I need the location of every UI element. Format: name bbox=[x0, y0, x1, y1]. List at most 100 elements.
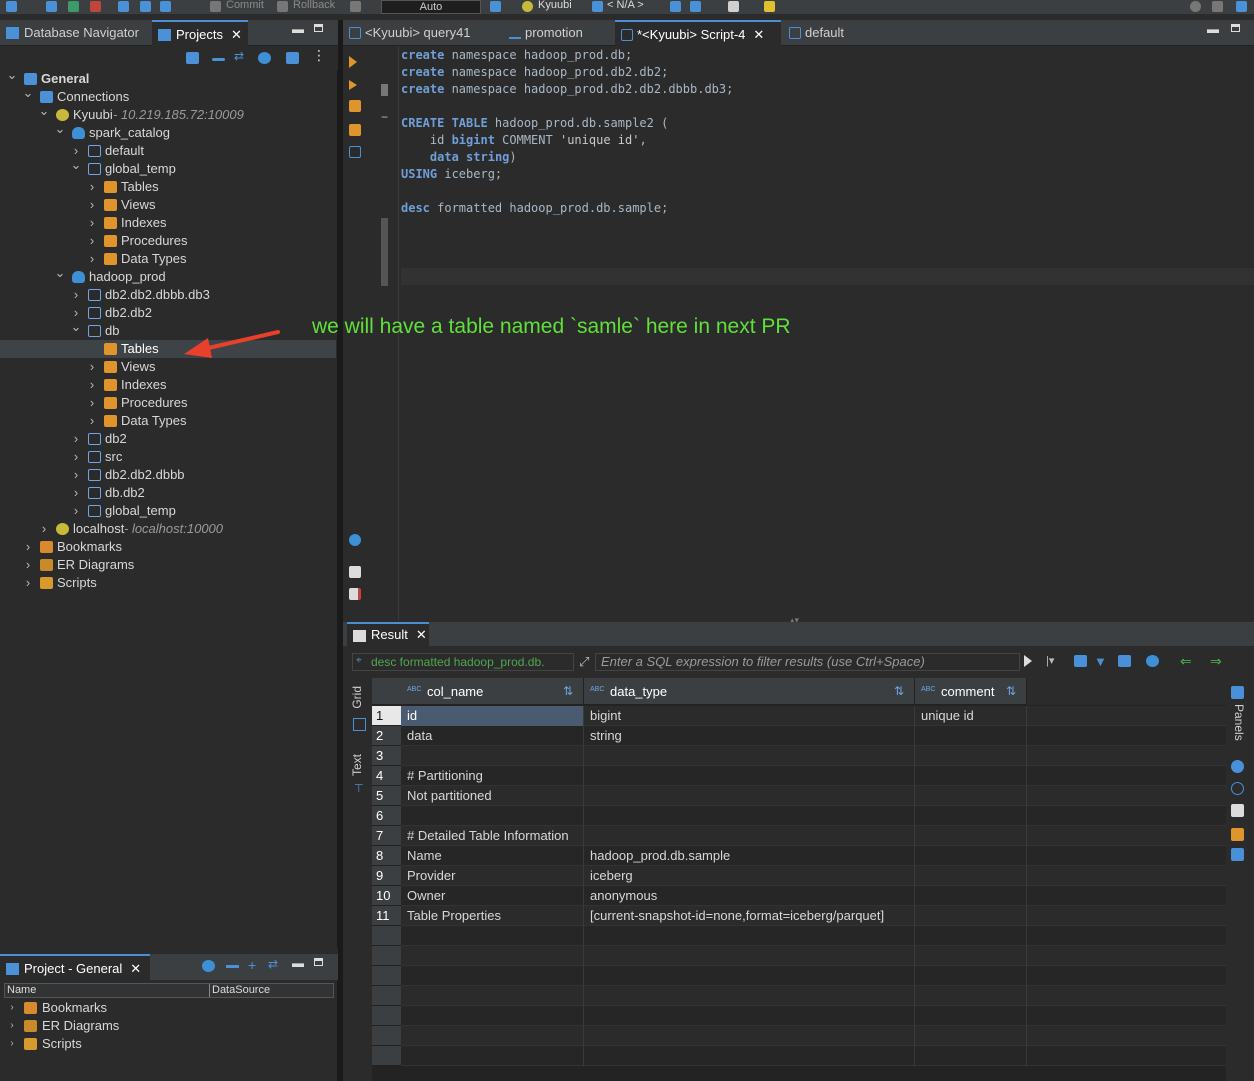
minimize-icon[interactable]: ▬ bbox=[292, 22, 304, 36]
chevron-right-icon[interactable]: › bbox=[70, 430, 82, 448]
tree-item[interactable]: › Scripts bbox=[0, 574, 336, 592]
tree-item[interactable]: › db.db2 bbox=[0, 484, 336, 502]
table-cell[interactable] bbox=[584, 1006, 915, 1026]
close-icon[interactable]: ✕ bbox=[231, 22, 242, 48]
transaction-icon[interactable] bbox=[118, 1, 129, 12]
active-connection-selector[interactable]: Kyuubi bbox=[538, 0, 572, 11]
row-number[interactable]: 10 bbox=[372, 886, 401, 906]
table-cell[interactable] bbox=[915, 766, 1027, 786]
row-number[interactable] bbox=[372, 1026, 401, 1046]
tree-item[interactable]: ⌄ General bbox=[0, 67, 336, 88]
tab-script-4[interactable]: *<Kyuubi> Script-4 ✕ bbox=[615, 20, 781, 46]
sql-editor-icon[interactable] bbox=[68, 1, 79, 12]
settings-gear-icon[interactable] bbox=[349, 534, 361, 546]
table-cell[interactable] bbox=[584, 966, 915, 986]
chevron-down-icon[interactable]: ⌄ bbox=[22, 84, 34, 102]
tab-text[interactable]: Text bbox=[350, 754, 364, 776]
table-cell[interactable] bbox=[584, 806, 915, 826]
commit-icon[interactable] bbox=[210, 1, 221, 12]
project-item[interactable]: › ER Diagrams bbox=[0, 1017, 336, 1035]
row-number[interactable] bbox=[372, 926, 401, 946]
table-cell[interactable] bbox=[584, 786, 915, 806]
chevron-down-icon[interactable]: ⌄ bbox=[54, 264, 66, 282]
table-cell[interactable] bbox=[401, 746, 584, 766]
chevron-down-icon[interactable]: ⌄ bbox=[70, 156, 82, 174]
code-line[interactable]: desc formatted hadoop_prod.db.sample; bbox=[401, 200, 668, 217]
table-cell[interactable]: id bbox=[401, 706, 584, 726]
tree-item[interactable]: › Procedures bbox=[0, 394, 336, 412]
table-cell[interactable] bbox=[915, 1026, 1027, 1046]
tree-item[interactable]: › Data Types bbox=[0, 250, 336, 268]
chevron-right-icon[interactable]: › bbox=[70, 466, 82, 484]
table-cell[interactable] bbox=[584, 746, 915, 766]
table-cell[interactable]: Table Properties bbox=[401, 906, 584, 926]
table-cell[interactable] bbox=[915, 946, 1027, 966]
chevron-right-icon[interactable]: › bbox=[6, 1035, 18, 1053]
grid-corner[interactable] bbox=[372, 678, 401, 705]
execute-script-icon[interactable] bbox=[349, 100, 361, 112]
table-cell[interactable]: hadoop_prod.db.sample bbox=[584, 846, 915, 866]
table-cell[interactable] bbox=[401, 1006, 584, 1026]
code-line[interactable]: create namespace hadoop_prod.db2.db2.dbb… bbox=[401, 81, 733, 98]
table-cell[interactable]: string bbox=[584, 726, 915, 746]
row-number[interactable]: 4 bbox=[372, 766, 401, 786]
execute-in-new-tab-icon[interactable] bbox=[349, 80, 357, 90]
column-header-comment[interactable]: ABC comment ⇅ bbox=[915, 678, 1027, 705]
sort-filter-icon[interactable]: ⇅ bbox=[1006, 684, 1020, 698]
tree-item[interactable]: › default bbox=[0, 142, 336, 160]
settings-gear-icon[interactable] bbox=[202, 960, 215, 972]
row-number[interactable]: 6 bbox=[372, 806, 401, 826]
fold-collapse-icon[interactable]: − bbox=[381, 110, 388, 124]
perspective-icon[interactable] bbox=[1212, 1, 1223, 12]
table-cell[interactable] bbox=[915, 906, 1027, 926]
row-number[interactable] bbox=[372, 1006, 401, 1026]
link-editor-icon[interactable]: ⇄ bbox=[268, 957, 278, 971]
tree-item[interactable]: › db2.db2.dbbb bbox=[0, 466, 336, 484]
tab-default[interactable]: default bbox=[783, 20, 867, 46]
close-icon[interactable]: ✕ bbox=[753, 22, 764, 48]
table-cell[interactable] bbox=[584, 946, 915, 966]
tree-item[interactable]: Tables bbox=[0, 340, 336, 358]
table-cell[interactable] bbox=[915, 826, 1027, 846]
lock-icon[interactable] bbox=[160, 1, 171, 12]
tree-item[interactable]: › src bbox=[0, 448, 336, 466]
chevron-right-icon[interactable]: › bbox=[86, 412, 98, 430]
chevron-right-icon[interactable]: › bbox=[22, 556, 34, 574]
new-connection-icon[interactable] bbox=[6, 1, 17, 12]
chevron-right-icon[interactable]: › bbox=[86, 232, 98, 250]
table-cell[interactable]: iceberg bbox=[584, 866, 915, 886]
maximize-icon[interactable] bbox=[314, 24, 323, 32]
row-number[interactable]: 9 bbox=[372, 866, 401, 886]
tree-item[interactable]: › Indexes bbox=[0, 376, 336, 394]
tree-item[interactable]: › Views bbox=[0, 196, 336, 214]
table-cell[interactable]: Provider bbox=[401, 866, 584, 886]
row-number[interactable] bbox=[372, 986, 401, 1006]
dashboard-icon[interactable] bbox=[670, 1, 681, 12]
table-cell[interactable] bbox=[401, 966, 584, 986]
row-number[interactable]: 11 bbox=[372, 906, 401, 926]
back-icon[interactable]: ⇐ bbox=[1180, 653, 1192, 670]
table-cell[interactable] bbox=[915, 1006, 1027, 1026]
table-cell[interactable] bbox=[584, 766, 915, 786]
collapse-all-icon[interactable] bbox=[226, 965, 239, 968]
table-cell[interactable] bbox=[401, 806, 584, 826]
tree-item[interactable]: › ER Diagrams bbox=[0, 556, 336, 574]
back-arrow-icon[interactable] bbox=[764, 1, 775, 12]
table-cell[interactable] bbox=[584, 926, 915, 946]
sort-filter-icon[interactable]: ⇅ bbox=[894, 684, 908, 698]
tab-project-general[interactable]: Project - General ✕ bbox=[0, 954, 150, 980]
tree-item[interactable]: › Procedures bbox=[0, 232, 336, 250]
row-number[interactable]: 1 bbox=[372, 706, 401, 726]
more-menu-icon[interactable]: ⋮ bbox=[312, 47, 326, 63]
column-name-header[interactable]: Name bbox=[7, 984, 36, 997]
chevron-right-icon[interactable]: › bbox=[6, 1017, 18, 1035]
tree-item[interactable]: ⌄ hadoop_prod bbox=[0, 265, 336, 286]
chevron-down-icon[interactable]: ⌄ bbox=[70, 318, 82, 336]
close-icon[interactable]: ✕ bbox=[130, 956, 141, 982]
minimize-icon[interactable]: ▬ bbox=[1207, 22, 1219, 36]
chevron-right-icon[interactable]: › bbox=[38, 520, 50, 538]
table-cell[interactable] bbox=[401, 926, 584, 946]
text-icon[interactable]: ⊤ bbox=[354, 782, 364, 795]
active-schema-selector[interactable]: < N/A > bbox=[607, 0, 644, 11]
chevron-right-icon[interactable]: › bbox=[86, 178, 98, 196]
